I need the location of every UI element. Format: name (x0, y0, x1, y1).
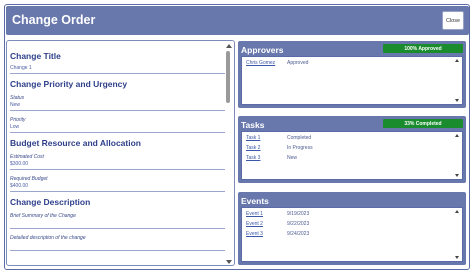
task-row: Task 1 Completed (246, 135, 311, 141)
approvers-status-badge: 100% Approved (383, 44, 463, 53)
required-budget-field[interactable]: $400.00 (10, 183, 225, 192)
estimated-cost-label: Estimated Cost (10, 154, 44, 160)
event-row: Event 2 9/22/2023 (246, 221, 309, 227)
event-row: Event 3 9/24/2023 (246, 231, 309, 237)
header-bar: Change Order Close (6, 6, 469, 35)
budget-heading: Budget Resource and Allocation (10, 138, 141, 148)
events-scrollbar[interactable] (455, 210, 460, 259)
scroll-up-arrow-icon[interactable] (455, 134, 459, 137)
description-heading: Change Description (10, 197, 91, 207)
events-panel: Events Event 1 9/19/2023 Event 2 9/22/20… (238, 192, 466, 265)
approver-status: Approved (287, 60, 309, 66)
approvers-list: Chris Gomez Approved (241, 56, 463, 105)
task-name-link[interactable]: Task 1 (246, 135, 260, 141)
task-row: Task 2 In Progress (246, 145, 313, 151)
scroll-down-arrow-icon[interactable] (455, 174, 459, 177)
tasks-title: Tasks (241, 120, 265, 130)
event-row: Event 1 9/19/2023 (246, 211, 309, 217)
tasks-panel: Tasks 33% Completed Task 1 Completed Tas… (238, 116, 466, 183)
scroll-down-arrow-icon[interactable] (455, 256, 459, 259)
scroll-up-arrow-icon[interactable] (455, 59, 459, 62)
scroll-down-arrow-icon[interactable] (226, 260, 232, 264)
brief-summary-label: Brief Summary of the Change (10, 213, 76, 219)
change-title-heading: Change Title (10, 51, 61, 61)
scroll-thumb[interactable] (226, 51, 230, 103)
details-scrollbar[interactable] (225, 44, 232, 264)
event-date: 9/22/2023 (287, 221, 310, 227)
status-field[interactable]: New (10, 102, 225, 111)
task-row: Task 3 New (246, 155, 297, 161)
brief-summary-field[interactable] (10, 220, 225, 229)
priority-field[interactable]: Low (10, 124, 225, 133)
approvers-scrollbar[interactable] (455, 59, 460, 102)
priority-heading: Change Priority and Urgency (10, 79, 128, 89)
approver-name-link[interactable]: Chris Gomez (246, 60, 275, 66)
task-status: In Progress (287, 145, 313, 151)
required-budget-label: Required Budget (10, 176, 48, 182)
event-name-link[interactable]: Event 3 (246, 231, 263, 237)
task-name-link[interactable]: Task 3 (246, 155, 260, 161)
tasks-scrollbar[interactable] (455, 134, 460, 177)
approvers-panel: Approvers 100% Approved Chris Gomez Appr… (238, 41, 466, 108)
detailed-description-field[interactable] (10, 242, 225, 251)
event-date: 9/24/2023 (287, 231, 310, 237)
priority-label: Priority (10, 117, 26, 123)
scroll-up-arrow-icon[interactable] (226, 44, 232, 48)
status-label: Status (10, 95, 25, 101)
tasks-status-badge: 33% Completed (383, 119, 463, 128)
task-status: New (287, 155, 298, 161)
approvers-title: Approvers (241, 45, 284, 55)
approver-row: Chris Gomez Approved (246, 60, 308, 66)
details-panel: Change Title Change 1 Change Priority an… (6, 40, 235, 266)
page-title: Change Order (12, 13, 96, 27)
close-button[interactable]: Close (442, 11, 464, 30)
event-date: 9/19/2023 (287, 211, 310, 217)
events-title: Events (241, 196, 269, 206)
estimated-cost-field[interactable]: $300.00 (10, 161, 225, 170)
tasks-list: Task 1 Completed Task 2 In Progress Task… (241, 131, 463, 180)
scroll-down-arrow-icon[interactable] (455, 99, 459, 102)
event-name-link[interactable]: Event 2 (246, 221, 263, 227)
details-scroll-area[interactable]: Change Title Change 1 Change Priority an… (10, 47, 225, 264)
scroll-up-arrow-icon[interactable] (455, 210, 459, 213)
event-name-link[interactable]: Event 1 (246, 211, 263, 217)
change-title-field[interactable]: Change 1 (10, 65, 225, 74)
events-list: Event 1 9/19/2023 Event 2 9/22/2023 Even… (241, 207, 463, 262)
detailed-description-label: Detailed description of the change (10, 235, 86, 241)
task-status: Completed (287, 135, 312, 141)
task-name-link[interactable]: Task 2 (246, 145, 260, 151)
